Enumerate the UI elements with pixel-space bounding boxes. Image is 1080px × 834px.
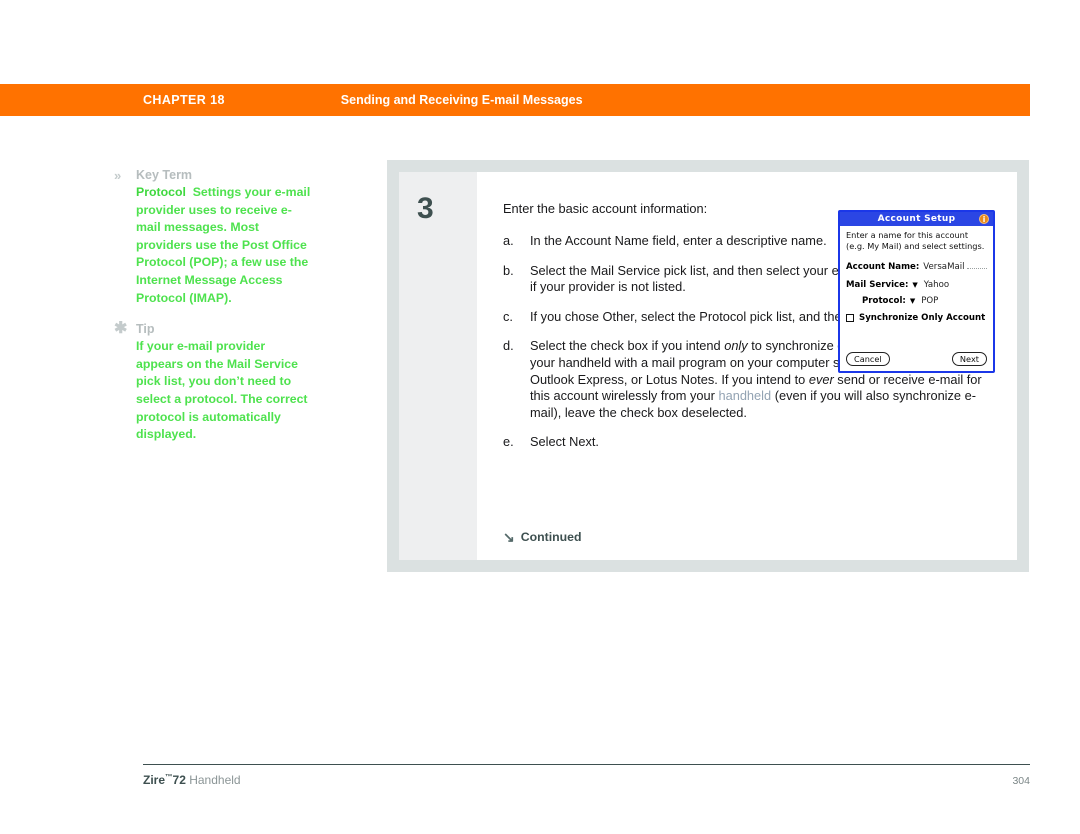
trademark-icon: ™ xyxy=(165,772,173,781)
pda-account-name-underline xyxy=(966,260,987,269)
pda-protocol-label: Protocol: xyxy=(862,296,906,306)
pda-sync-checkbox-label: Synchronize Only Account xyxy=(859,313,986,323)
pda-description: Enter a name for this account (e.g. My M… xyxy=(846,230,985,251)
note-tip-title: Tip xyxy=(136,322,155,337)
chapter-header-bar: CHAPTER 18 Sending and Receiving E-mail … xyxy=(0,84,1030,116)
substep-a-marker: a. xyxy=(503,233,514,248)
double-chevron-right-icon: » xyxy=(114,168,121,183)
pda-body: Enter a name for this account (e.g. My M… xyxy=(840,226,993,323)
info-icon[interactable]: i xyxy=(979,214,989,224)
substep-c-marker: c. xyxy=(503,308,513,324)
section-title: Sending and Receiving E-mail Messages xyxy=(340,93,583,107)
next-button[interactable]: Next xyxy=(951,352,987,366)
document-page: CHAPTER 18 Sending and Receiving E-mail … xyxy=(0,0,1080,834)
note-key-term: » Key Term Protocol Settings your e-mail… xyxy=(114,167,314,307)
substep-e-marker: e. xyxy=(503,434,514,450)
page-number: 304 xyxy=(1012,775,1030,787)
pda-protocol-row[interactable]: Protocol: ▼ POP xyxy=(846,296,987,306)
pda-mail-service-value[interactable]: Yahoo xyxy=(924,280,949,290)
step-panel-inner: 3 Enter the basic account information: a… xyxy=(399,172,1017,560)
substep-e: e. Select Next. xyxy=(503,434,1003,451)
cancel-button[interactable]: Cancel xyxy=(846,352,890,366)
substep-e-text: Select Next. xyxy=(530,434,599,450)
note-tip-body: If your e-mail provider appears on the M… xyxy=(136,339,308,442)
pda-mail-service-row[interactable]: Mail Service: ▼ Yahoo xyxy=(846,280,987,290)
chevron-down-icon[interactable]: ▼ xyxy=(912,281,917,289)
pda-sync-checkbox-row[interactable]: Synchronize Only Account xyxy=(846,313,987,323)
step-content: Enter the basic account information: a. … xyxy=(477,172,1017,560)
asterisk-icon: ✱ xyxy=(114,320,127,338)
note-tip-header: ✱ Tip xyxy=(114,321,314,338)
footer-product: Zire™72 Handheld xyxy=(143,772,241,787)
pda-screenshot: Account Setup i Enter a name for this ac… xyxy=(838,210,995,373)
substep-a-text: In the Account Name field, enter a descr… xyxy=(530,233,827,248)
page-footer: Zire™72 Handheld 304 xyxy=(143,772,1030,787)
note-key-term-word: Protocol xyxy=(136,185,186,199)
chevron-down-icon[interactable]: ▼ xyxy=(910,297,915,305)
continued-label: Continued xyxy=(520,530,582,544)
pda-account-name-value[interactable]: VersaMail xyxy=(923,262,964,272)
pda-account-name-row: Account Name: VersaMail xyxy=(846,260,987,272)
pda-title-bar: Account Setup i xyxy=(840,212,993,226)
pda-account-name-label: Account Name: xyxy=(846,262,920,272)
note-key-term-header: » Key Term xyxy=(114,167,314,184)
step-number-column: 3 xyxy=(399,172,477,560)
step-number: 3 xyxy=(417,192,434,225)
note-key-term-body: Protocol Settings your e-mail provider u… xyxy=(136,184,314,307)
pda-protocol-value[interactable]: POP xyxy=(921,296,938,306)
sidebar-notes: » Key Term Protocol Settings your e-mail… xyxy=(114,167,314,458)
chapter-label: CHAPTER 18 xyxy=(143,93,225,107)
note-key-term-text: Settings your e-mail provider uses to re… xyxy=(136,185,311,305)
footer-model: 72 xyxy=(172,773,186,787)
step-panel: 3 Enter the basic account information: a… xyxy=(387,160,1029,572)
note-tip: ✱ Tip If your e-mail provider appears on… xyxy=(114,321,314,444)
pda-mail-service-label: Mail Service: xyxy=(846,280,909,290)
footer-divider xyxy=(143,764,1030,765)
continued-indicator: ↘ Continued xyxy=(503,530,582,544)
arrow-down-right-icon: ↘ xyxy=(503,529,515,545)
substep-d-marker: d. xyxy=(503,338,514,354)
footer-product-label: Handheld xyxy=(189,773,241,787)
checkbox-icon[interactable] xyxy=(846,314,854,322)
footer-brand: Zire xyxy=(143,773,166,787)
pda-title-text: Account Setup xyxy=(877,214,956,224)
note-key-term-title: Key Term xyxy=(136,168,193,182)
substep-b-marker: b. xyxy=(503,262,514,278)
pda-button-row: Cancel Next xyxy=(846,352,987,366)
